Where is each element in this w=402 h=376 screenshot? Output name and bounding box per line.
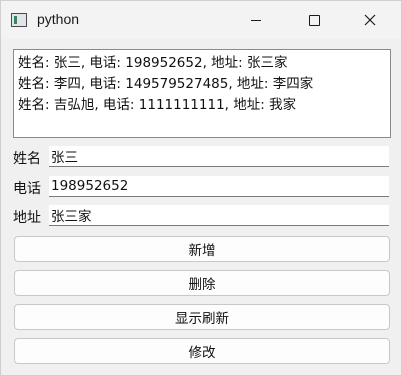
title-bar[interactable]: python bbox=[1, 1, 401, 39]
contact-list[interactable]: 姓名: 张三, 电话: 198952652, 地址: 张三家 姓名: 李四, 电… bbox=[13, 49, 391, 138]
minimize-button[interactable] bbox=[233, 1, 279, 39]
maximize-button[interactable] bbox=[291, 1, 337, 39]
window-title: python bbox=[37, 11, 80, 27]
name-input[interactable] bbox=[49, 146, 389, 167]
close-icon bbox=[364, 14, 376, 26]
close-button[interactable] bbox=[347, 1, 393, 39]
phone-input[interactable] bbox=[49, 176, 389, 197]
list-item[interactable]: 姓名: 吉弘旭, 电话: 1111111111, 地址: 我家 bbox=[18, 95, 386, 116]
edit-button[interactable]: 修改 bbox=[14, 338, 390, 364]
address-label: 地址 bbox=[13, 210, 41, 226]
maximize-icon bbox=[308, 14, 320, 26]
address-input[interactable] bbox=[49, 205, 389, 226]
add-button[interactable]: 新增 bbox=[14, 236, 390, 262]
list-item[interactable]: 姓名: 李四, 电话: 149579527485, 地址: 李四家 bbox=[18, 74, 386, 95]
name-label: 姓名 bbox=[13, 151, 41, 167]
refresh-button[interactable]: 显示刷新 bbox=[14, 304, 390, 330]
app-window: python 姓名: 张三, 电话: 198952652, 地址: 张三家 姓名… bbox=[0, 0, 402, 376]
list-item[interactable]: 姓名: 张三, 电话: 198952652, 地址: 张三家 bbox=[18, 53, 386, 74]
delete-button[interactable]: 删除 bbox=[14, 270, 390, 296]
minimize-icon bbox=[251, 19, 261, 21]
phone-label: 电话 bbox=[13, 181, 41, 197]
python-app-icon bbox=[11, 13, 27, 27]
